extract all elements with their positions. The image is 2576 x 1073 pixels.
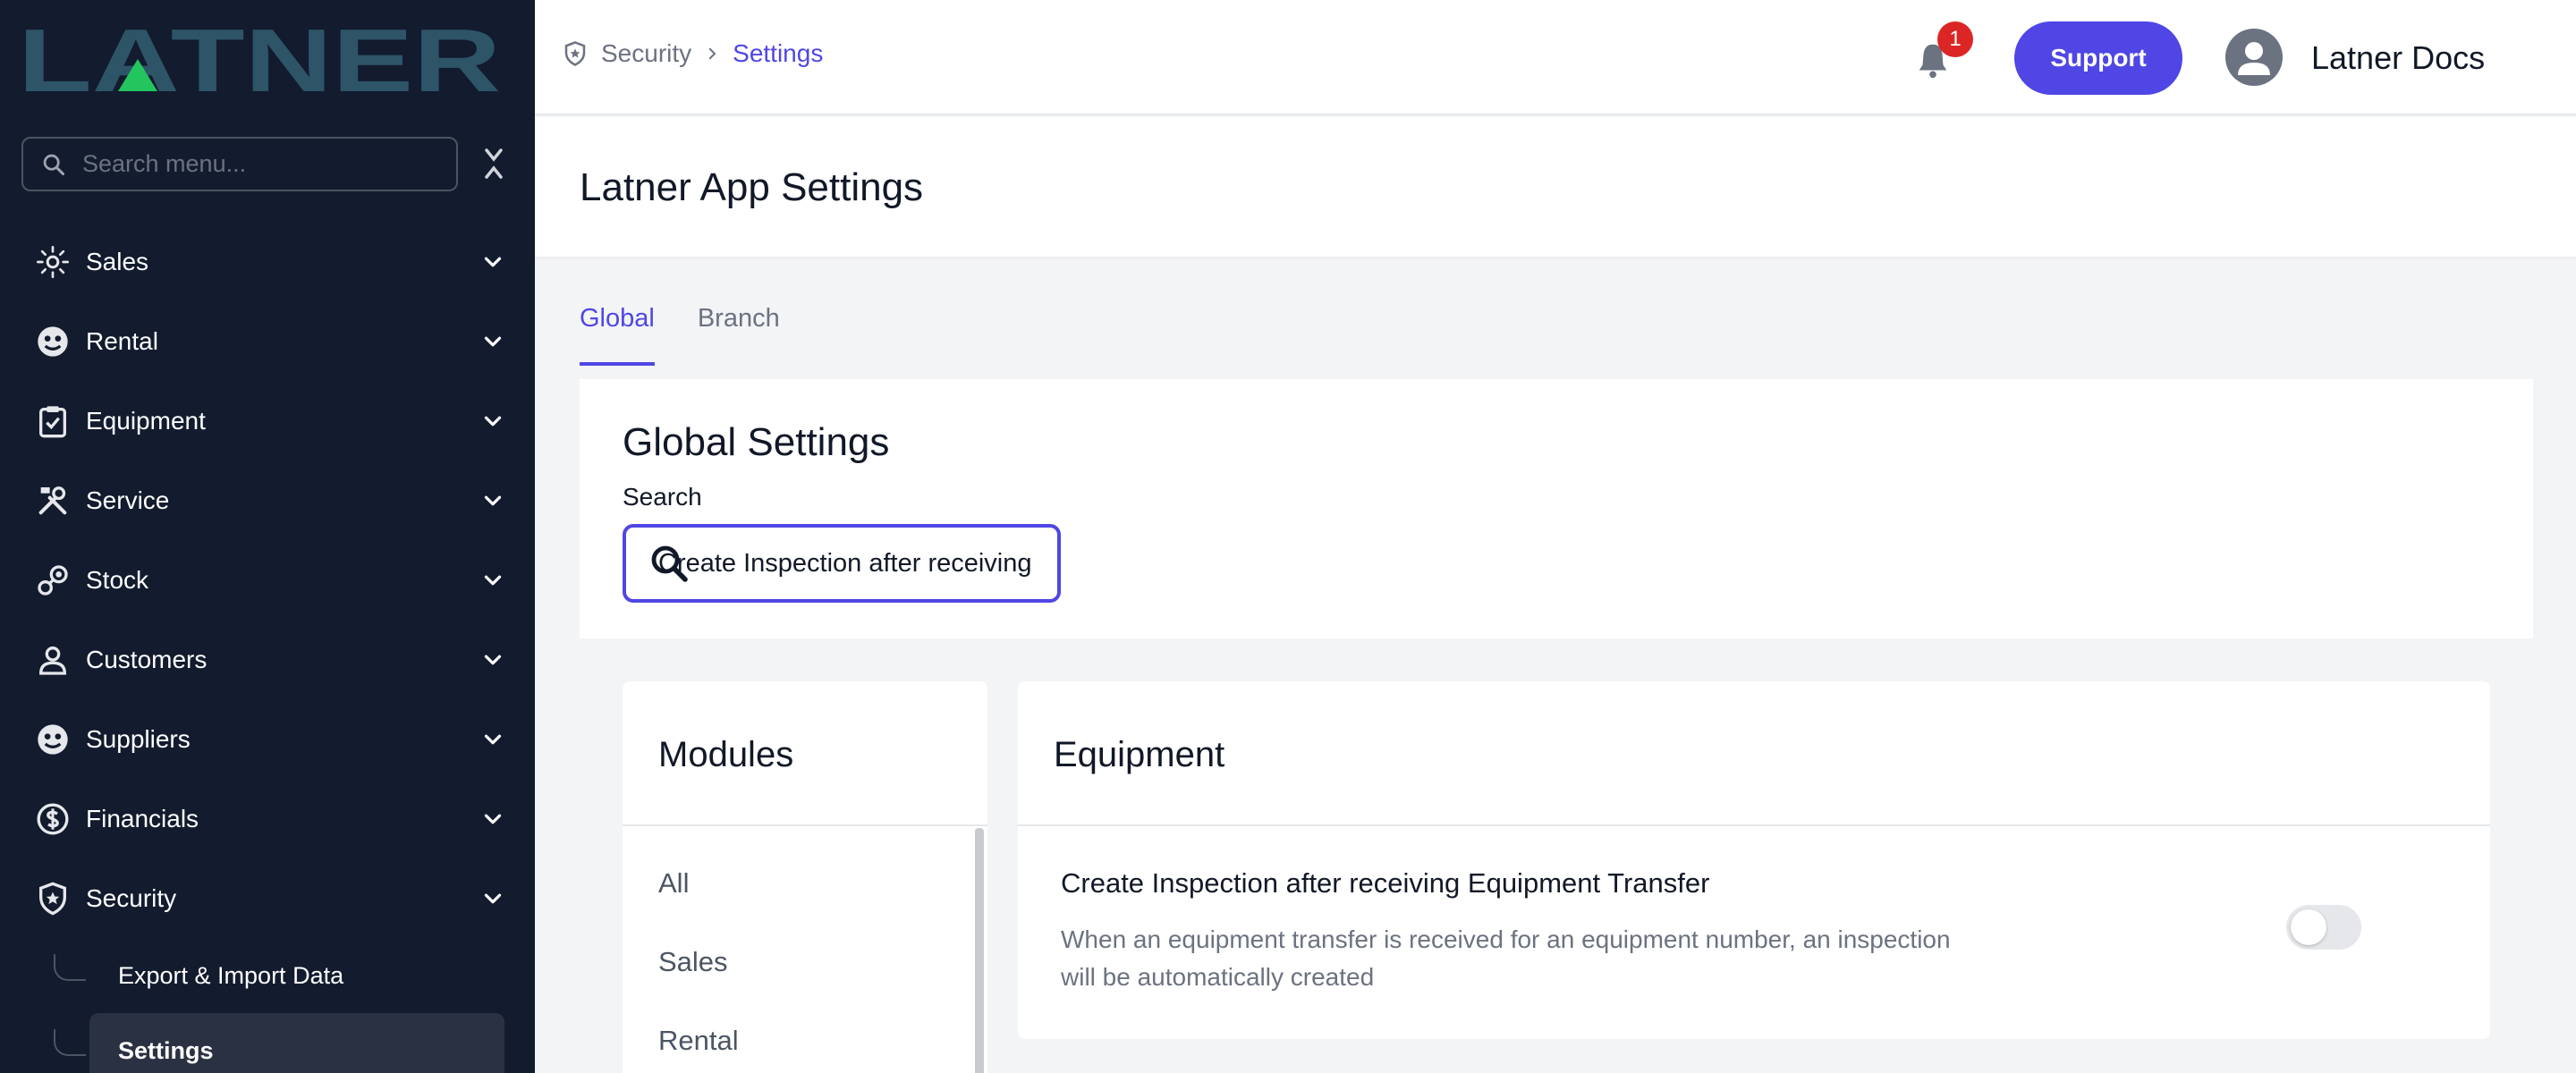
rental-icon	[34, 323, 72, 360]
sidebar-nav: Sales Rental Equipment Service Stock Cus…	[0, 222, 535, 1073]
sidebar-item-security[interactable]: Security	[0, 858, 535, 938]
module-item-sales[interactable]: Sales	[658, 946, 728, 978]
setting-toggle[interactable]	[2286, 905, 2361, 950]
sidebar-item-label: Service	[86, 486, 170, 514]
breadcrumb: Security Settings	[562, 39, 823, 68]
user-name[interactable]: Latner Docs	[2311, 39, 2485, 77]
breadcrumb-security[interactable]: Security	[601, 39, 691, 68]
support-button[interactable]: Support	[2014, 21, 2182, 95]
chevron-down-icon	[484, 575, 502, 586]
modules-title: Modules	[658, 735, 794, 774]
sidebar-subitem-label: Settings	[118, 1036, 214, 1064]
setting-description: When an equipment transfer is received f…	[1061, 925, 1951, 991]
sidebar-item-label: Security	[86, 883, 177, 912]
sidebar-item-stock[interactable]: Stock	[0, 540, 535, 620]
global-settings-card: Global Settings Search Create Inspection…	[580, 379, 2533, 638]
sidebar-item-customers[interactable]: Customers	[0, 620, 535, 699]
sidebar-item-suppliers[interactable]: Suppliers	[0, 699, 535, 779]
module-item-rental[interactable]: Rental	[658, 1025, 739, 1057]
chevron-down-icon	[484, 257, 502, 267]
modules-panel: Modules All Sales Rental	[623, 681, 987, 1073]
tree-connector	[54, 1029, 86, 1056]
sales-icon	[34, 243, 72, 281]
sidebar-item-equipment[interactable]: Equipment	[0, 381, 535, 460]
global-settings-title: Global Settings	[623, 420, 890, 464]
equipment-title: Equipment	[1054, 735, 1225, 774]
sidebar-item-service[interactable]: Service	[0, 460, 535, 540]
menu-search-placeholder: Search menu...	[82, 150, 247, 177]
logo-text: LATNER	[18, 21, 501, 97]
chevron-down-icon	[484, 336, 502, 347]
equipment-panel: Equipment Create Inspection after receiv…	[1018, 681, 2490, 1039]
page-title: Latner App Settings	[580, 165, 924, 209]
tools-icon	[34, 482, 72, 520]
settings-search-input[interactable]: Create Inspection after receiving	[623, 524, 1061, 603]
modules-scrollbar[interactable]	[975, 828, 984, 1073]
latner-logo[interactable]: LATNER	[18, 21, 501, 97]
divider	[1018, 824, 2490, 826]
dollar-icon	[34, 800, 72, 838]
sidebar-subitem-label: Export & Import Data	[118, 961, 344, 989]
user-avatar-icon	[2238, 42, 2270, 75]
chevron-down-icon	[484, 893, 502, 904]
top-bar: Security Settings 1 Support Latner Docs	[535, 0, 2576, 115]
sidebar-item-label: Sales	[86, 247, 149, 275]
setting-title: Create Inspection after receiving Equipm…	[1061, 867, 1710, 899]
breadcrumb-settings[interactable]: Settings	[733, 39, 823, 68]
sidebar-item-sales[interactable]: Sales	[0, 222, 535, 301]
toggle-knob	[2291, 909, 2326, 945]
shield-icon	[564, 41, 586, 66]
tab-branch[interactable]: Branch	[698, 304, 780, 366]
chevron-down-icon	[484, 734, 502, 745]
module-item-all[interactable]: All	[658, 867, 689, 900]
stock-icon	[34, 562, 72, 599]
chevron-down-icon	[484, 655, 502, 665]
notification-badge: 1	[1937, 21, 1973, 57]
page-header: Latner App Settings	[535, 117, 2576, 257]
supplier-icon	[34, 721, 72, 758]
sidebar-item-financials[interactable]: Financials	[0, 779, 535, 858]
sidebar: LATNER Search menu... Sales Rental Equip…	[0, 0, 535, 1073]
chevron-right-icon	[708, 47, 716, 60]
sidebar-item-rental[interactable]: Rental	[0, 301, 535, 381]
sidebar-item-label: Stock	[86, 565, 149, 594]
sidebar-item-label: Customers	[86, 645, 208, 673]
chevron-down-icon	[484, 416, 502, 427]
divider	[623, 824, 987, 826]
sidebar-item-label: Rental	[86, 326, 158, 355]
user-icon	[34, 641, 72, 679]
sidebar-item-label: Suppliers	[86, 724, 191, 753]
shield-icon	[34, 880, 72, 917]
chevron-down-icon	[484, 495, 502, 506]
sidebar-item-label: Financials	[86, 804, 199, 832]
chevron-down-icon	[484, 814, 502, 824]
sidebar-subitem-settings[interactable]: Settings	[54, 1013, 504, 1073]
menu-search-input[interactable]: Search menu...	[21, 137, 458, 191]
settings-tabs: Global Branch	[580, 304, 823, 366]
security-subnav: Export & Import Data Settings	[0, 938, 535, 1073]
collapse-icon[interactable]	[479, 145, 508, 182]
clipboard-icon	[34, 402, 72, 440]
avatar[interactable]	[2225, 29, 2283, 86]
sidebar-subitem-export-import[interactable]: Export & Import Data	[0, 938, 535, 1013]
search-label: Search	[623, 483, 702, 511]
search-icon	[43, 154, 65, 175]
tab-global[interactable]: Global	[580, 304, 655, 366]
settings-search-value: Create Inspection after receiving	[658, 548, 1032, 578]
sidebar-item-label: Equipment	[86, 406, 206, 435]
tree-connector	[54, 954, 86, 981]
